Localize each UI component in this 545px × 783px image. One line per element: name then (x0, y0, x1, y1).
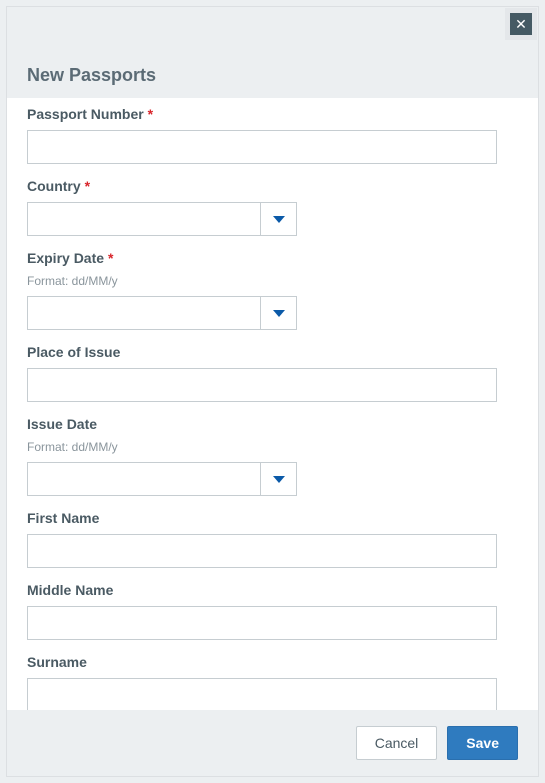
label-middle-name: Middle Name (27, 582, 518, 598)
label-country: Country * (27, 178, 518, 194)
hint-expiry-date: Format: dd/MM/y (27, 274, 518, 288)
first-name-input[interactable] (27, 534, 497, 568)
required-marker: * (108, 250, 113, 266)
label-text: Passport Number (27, 106, 144, 122)
chevron-down-icon (273, 476, 285, 483)
field-first-name: First Name (27, 510, 518, 568)
label-text: First Name (27, 510, 99, 526)
cancel-button[interactable]: Cancel (356, 726, 438, 760)
expiry-date-dropdown-button[interactable] (261, 296, 297, 330)
label-text: Issue Date (27, 416, 97, 432)
field-middle-name: Middle Name (27, 582, 518, 640)
field-place-of-issue: Place of Issue (27, 344, 518, 402)
label-place-of-issue: Place of Issue (27, 344, 518, 360)
place-of-issue-input[interactable] (27, 368, 497, 402)
modal-body: Passport Number * Country * Expiry Date … (7, 98, 538, 710)
close-button-wrap: ✕ (505, 8, 537, 40)
issue-date-dropdown-button[interactable] (261, 462, 297, 496)
field-issue-date: Issue Date Format: dd/MM/y (27, 416, 518, 496)
chevron-down-icon (273, 310, 285, 317)
field-expiry-date: Expiry Date * Format: dd/MM/y (27, 250, 518, 330)
label-text: Surname (27, 654, 87, 670)
label-passport-number: Passport Number * (27, 106, 518, 122)
country-combobox (27, 202, 297, 236)
expiry-date-input[interactable] (27, 296, 261, 330)
close-button[interactable]: ✕ (510, 13, 532, 35)
chevron-down-icon (273, 216, 285, 223)
surname-input[interactable] (27, 678, 497, 710)
modal-header: New Passports (7, 7, 538, 98)
label-expiry-date: Expiry Date * (27, 250, 518, 266)
required-marker: * (148, 106, 153, 122)
label-text: Expiry Date (27, 250, 104, 266)
label-issue-date: Issue Date (27, 416, 518, 432)
middle-name-input[interactable] (27, 606, 497, 640)
modal-title: New Passports (27, 65, 518, 86)
modal-footer: Cancel Save (7, 710, 538, 776)
field-passport-number: Passport Number * (27, 106, 518, 164)
hint-issue-date: Format: dd/MM/y (27, 440, 518, 454)
field-surname: Surname (27, 654, 518, 710)
issue-date-combobox (27, 462, 297, 496)
country-input[interactable] (27, 202, 261, 236)
label-first-name: First Name (27, 510, 518, 526)
label-text: Middle Name (27, 582, 113, 598)
field-country: Country * (27, 178, 518, 236)
save-button[interactable]: Save (447, 726, 518, 760)
expiry-date-combobox (27, 296, 297, 330)
close-icon: ✕ (515, 17, 527, 31)
country-dropdown-button[interactable] (261, 202, 297, 236)
issue-date-input[interactable] (27, 462, 261, 496)
label-surname: Surname (27, 654, 518, 670)
passport-number-input[interactable] (27, 130, 497, 164)
required-marker: * (85, 178, 90, 194)
new-passports-modal: ✕ New Passports Passport Number * Countr… (6, 6, 539, 777)
label-text: Country (27, 178, 81, 194)
label-text: Place of Issue (27, 344, 120, 360)
